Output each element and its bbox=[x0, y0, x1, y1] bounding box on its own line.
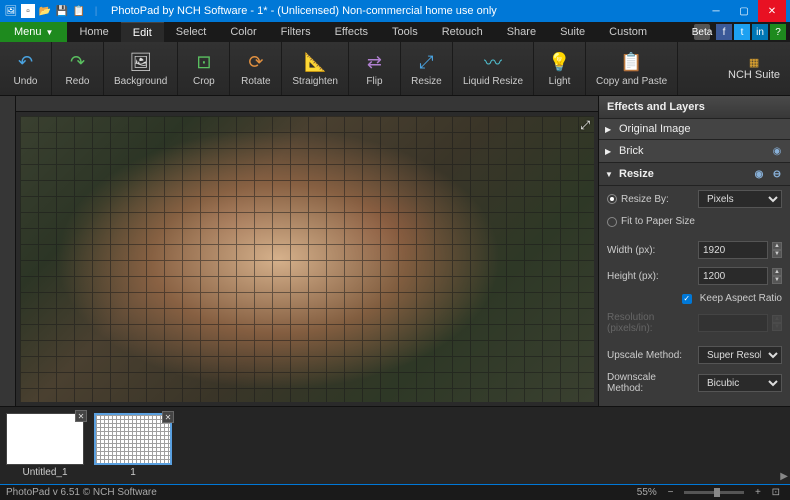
eye-icon[interactable]: ◉ bbox=[770, 144, 784, 158]
image-content bbox=[20, 116, 594, 402]
status-bar: PhotoPad v 6.51 © NCH Software 55% − + ⊡ bbox=[0, 484, 790, 500]
new-icon[interactable]: ▫ bbox=[21, 4, 35, 18]
spin-up[interactable]: ▲ bbox=[772, 242, 782, 250]
chevron-right-icon: ▶ bbox=[605, 147, 615, 156]
tab-home[interactable]: Home bbox=[67, 22, 120, 42]
menu-button[interactable]: Menu▼ bbox=[0, 22, 67, 42]
spin-down[interactable]: ▼ bbox=[772, 250, 782, 258]
accordion-resize[interactable]: ▼Resize◉⊖ bbox=[599, 163, 790, 186]
redo-icon: ↷ bbox=[66, 50, 90, 74]
spin-down[interactable]: ▼ bbox=[772, 276, 782, 284]
zoom-label: 55% bbox=[637, 487, 657, 498]
light-button[interactable]: 💡Light bbox=[534, 42, 586, 95]
crop-icon: ⊡ bbox=[192, 50, 216, 74]
flip-button[interactable]: ⇄Flip bbox=[349, 42, 401, 95]
tab-color[interactable]: Color bbox=[218, 22, 268, 42]
tab-retouch[interactable]: Retouch bbox=[430, 22, 495, 42]
fit-button[interactable]: ⊡ bbox=[772, 487, 780, 498]
crop-button[interactable]: ⊡Crop bbox=[178, 42, 230, 95]
spin-up[interactable]: ▲ bbox=[772, 268, 782, 276]
quick-access-toolbar: 🖼 ▫ 📂 💾 📋 | bbox=[4, 4, 103, 18]
linkedin-icon[interactable]: in bbox=[752, 24, 768, 40]
panel-header: Effects and Layers bbox=[599, 96, 790, 119]
ruler-vertical bbox=[0, 96, 16, 406]
upscale-select[interactable]: Super Resolution bbox=[698, 346, 782, 364]
expand-icon[interactable]: ⤢ bbox=[580, 118, 590, 133]
checkbox-keep-aspect[interactable] bbox=[682, 294, 692, 304]
title-bar: 🖼 ▫ 📂 💾 📋 | PhotoPad by NCH Software - 1… bbox=[0, 0, 790, 22]
resolution-input bbox=[698, 314, 768, 332]
radio-resize-by[interactable] bbox=[607, 194, 617, 204]
window-title: PhotoPad by NCH Software - 1* - (Unlicen… bbox=[111, 5, 702, 17]
zoom-controls: 55% − + ⊡ bbox=[633, 487, 784, 498]
grid-icon: ▦ bbox=[749, 56, 759, 69]
zoom-out-button[interactable]: − bbox=[668, 487, 674, 498]
straighten-button[interactable]: 📐Straighten bbox=[282, 42, 349, 95]
menu-bar: Menu▼ Home Edit Select Color Filters Eff… bbox=[0, 22, 790, 42]
redo-button[interactable]: ↷Redo bbox=[52, 42, 104, 95]
height-input[interactable] bbox=[698, 267, 768, 285]
rotate-button[interactable]: ⟳Rotate bbox=[230, 42, 282, 95]
downscale-select[interactable]: Bicubic bbox=[698, 374, 782, 392]
open-icon[interactable]: 📂 bbox=[38, 4, 52, 18]
clipboard-icon: 📋 bbox=[620, 50, 644, 74]
thumbnail-2[interactable]: ✕ 1 bbox=[92, 413, 174, 478]
twitter-icon[interactable]: t bbox=[734, 24, 750, 40]
resize-icon: ⤢ bbox=[414, 50, 438, 74]
close-button[interactable]: ✕ bbox=[758, 0, 786, 22]
zoom-in-button[interactable]: + bbox=[755, 487, 761, 498]
thumbnail-1[interactable]: ✕ Untitled_1 bbox=[4, 413, 86, 478]
save-icon[interactable]: 💾 bbox=[55, 4, 69, 18]
tab-custom[interactable]: Custom bbox=[597, 22, 659, 42]
resize-button[interactable]: ⤢Resize bbox=[401, 42, 453, 95]
tab-filters[interactable]: Filters bbox=[269, 22, 323, 42]
background-icon: 🖼 bbox=[129, 50, 153, 74]
eye-icon[interactable]: ◉ bbox=[752, 167, 766, 181]
tab-select[interactable]: Select bbox=[164, 22, 219, 42]
facebook-icon[interactable]: f bbox=[716, 24, 732, 40]
light-icon: 💡 bbox=[548, 50, 572, 74]
undo-icon: ↶ bbox=[14, 50, 38, 74]
divider-icon: | bbox=[89, 4, 103, 18]
liquid-resize-button[interactable]: 〰Liquid Resize bbox=[453, 42, 534, 95]
status-text: PhotoPad v 6.51 © NCH Software bbox=[6, 487, 157, 498]
tab-tools[interactable]: Tools bbox=[380, 22, 430, 42]
flip-icon: ⇄ bbox=[362, 50, 386, 74]
ribbon-toolbar: ↶Undo ↷Redo 🖼Background ⊡Crop ⟳Rotate 📐S… bbox=[0, 42, 790, 96]
app-icon: 🖼 bbox=[4, 4, 18, 18]
undo-button[interactable]: ↶Undo bbox=[0, 42, 52, 95]
tab-share[interactable]: Share bbox=[495, 22, 548, 42]
width-input[interactable] bbox=[698, 241, 768, 259]
chevron-down-icon: ▼ bbox=[605, 170, 615, 179]
liquid-icon: 〰 bbox=[481, 50, 505, 74]
tab-effects[interactable]: Effects bbox=[323, 22, 380, 42]
straighten-icon: 📐 bbox=[303, 50, 327, 74]
nch-suite-button[interactable]: ▦NCH Suite bbox=[718, 42, 790, 95]
zoom-slider[interactable] bbox=[684, 491, 744, 494]
beta-badge: Beta bbox=[694, 24, 710, 40]
thumbnail-strip: ✕ Untitled_1 ✕ 1 ▶ bbox=[0, 406, 790, 484]
remove-icon[interactable]: ⊖ bbox=[770, 167, 784, 181]
resize-by-select[interactable]: Pixels bbox=[698, 190, 782, 208]
scroll-right-icon[interactable]: ▶ bbox=[780, 471, 788, 482]
copy-paste-button[interactable]: 📋Copy and Paste bbox=[586, 42, 678, 95]
tab-edit[interactable]: Edit bbox=[121, 22, 164, 42]
canvas[interactable]: ⤢ bbox=[16, 112, 598, 406]
chevron-right-icon: ▶ bbox=[605, 125, 615, 134]
close-thumb-icon[interactable]: ✕ bbox=[75, 410, 87, 422]
maximize-button[interactable]: ▢ bbox=[730, 0, 758, 22]
accordion-brick[interactable]: ▶Brick◉ bbox=[599, 140, 790, 163]
minimize-button[interactable]: ─ bbox=[702, 0, 730, 22]
window-buttons: ─ ▢ ✕ bbox=[702, 0, 786, 22]
background-button[interactable]: 🖼Background bbox=[104, 42, 178, 95]
close-thumb-icon[interactable]: ✕ bbox=[162, 411, 174, 423]
effects-panel: Effects and Layers ▶Original Image ▶Bric… bbox=[598, 96, 790, 406]
tab-suite[interactable]: Suite bbox=[548, 22, 597, 42]
paste-icon[interactable]: 📋 bbox=[72, 4, 86, 18]
ruler-horizontal bbox=[16, 96, 598, 112]
radio-fit-paper[interactable] bbox=[607, 217, 617, 227]
help-icon[interactable]: ? bbox=[770, 24, 786, 40]
accordion-original-image[interactable]: ▶Original Image bbox=[599, 119, 790, 140]
rotate-icon: ⟳ bbox=[244, 50, 268, 74]
